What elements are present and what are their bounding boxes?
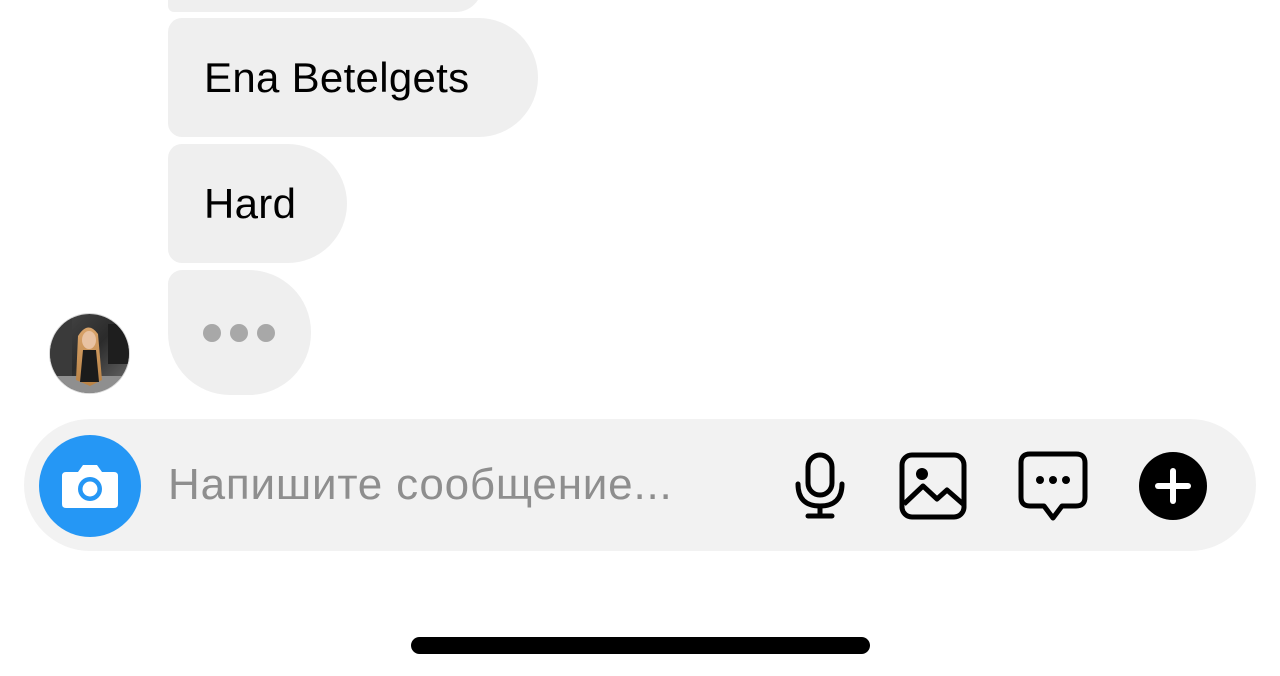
add-button[interactable] — [1137, 450, 1209, 522]
avatar[interactable] — [49, 313, 130, 394]
typing-dot — [203, 323, 221, 342]
camera-icon — [62, 465, 118, 508]
message-bubble-partial — [168, 0, 482, 12]
message-bubble[interactable]: Ena Betelgets — [168, 18, 538, 137]
message-input[interactable] — [168, 455, 748, 515]
camera-button[interactable] — [39, 435, 141, 537]
plus-icon — [1139, 452, 1207, 520]
typing-dot — [257, 323, 275, 342]
microphone-icon — [795, 452, 845, 519]
microphone-button[interactable] — [790, 450, 850, 522]
gallery-button[interactable] — [897, 450, 969, 522]
message-bubble[interactable]: Hard — [168, 144, 347, 263]
message-text: Ena Betelgets — [204, 53, 470, 101]
typing-dot — [230, 323, 248, 342]
sticker-button[interactable] — [1016, 450, 1090, 524]
message-text: Hard — [204, 179, 297, 227]
home-indicator[interactable] — [411, 637, 870, 654]
sticker-chat-icon — [1018, 451, 1088, 521]
typing-indicator — [168, 270, 311, 395]
avatar-photo — [50, 314, 129, 393]
gallery-icon — [899, 452, 967, 520]
